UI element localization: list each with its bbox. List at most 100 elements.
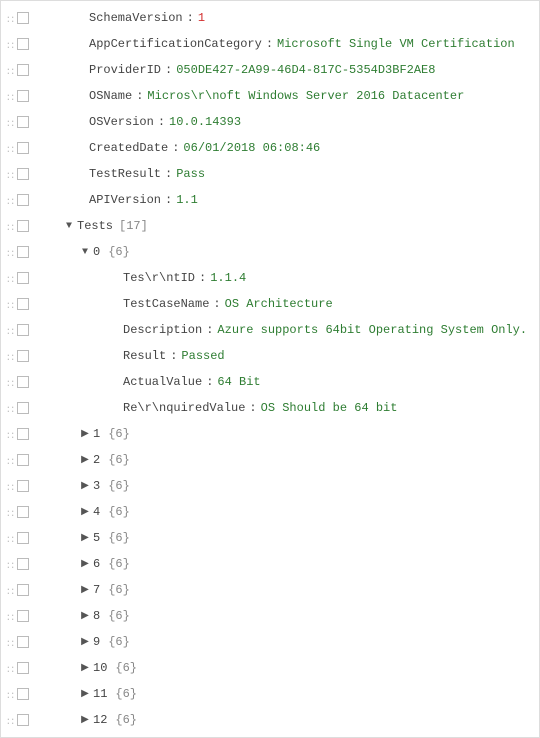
row-checkbox[interactable] [17, 376, 29, 388]
row-checkbox[interactable] [17, 688, 29, 700]
expand-icon[interactable]: ▶ [79, 688, 91, 700]
row-checkbox[interactable] [17, 246, 29, 258]
drag-handle[interactable]: .... [5, 118, 15, 126]
property-value: Passed [181, 349, 224, 363]
expand-icon[interactable]: ▶ [79, 532, 91, 544]
property-key: ActualValue [123, 375, 202, 389]
drag-handle[interactable]: .... [5, 274, 15, 282]
row-checkbox[interactable] [17, 220, 29, 232]
drag-handle[interactable]: .... [5, 170, 15, 178]
drag-handle[interactable]: .... [5, 612, 15, 620]
row-checkbox[interactable] [17, 584, 29, 596]
row-checkbox[interactable] [17, 168, 29, 180]
row-checkbox[interactable] [17, 272, 29, 284]
tree-row: ....▶Re\r\nquiredValue:OS Should be 64 b… [5, 395, 535, 421]
drag-handle[interactable]: .... [5, 716, 15, 724]
drag-handle[interactable]: .... [5, 664, 15, 672]
drag-handle[interactable]: .... [5, 300, 15, 308]
property-value: 10.0.14393 [169, 115, 241, 129]
tests-label: Tests [77, 219, 113, 233]
drag-handle[interactable]: .... [5, 144, 15, 152]
row-checkbox[interactable] [17, 90, 29, 102]
object-count: {6} [108, 557, 130, 571]
row-checkbox[interactable] [17, 428, 29, 440]
tree-row: ....▶ProviderID:050DE427-2A99-46D4-817C-… [5, 57, 535, 83]
row-checkbox[interactable] [17, 454, 29, 466]
object-count: {6} [108, 635, 130, 649]
drag-handle[interactable]: .... [5, 40, 15, 48]
object-count: {6} [115, 661, 137, 675]
drag-handle[interactable]: .... [5, 508, 15, 516]
expand-icon[interactable]: ▶ [79, 714, 91, 726]
property-key: CreatedDate [89, 141, 168, 155]
tree-row: ....▶9{6} [5, 629, 535, 655]
expand-icon[interactable]: ▶ [79, 662, 91, 674]
drag-handle[interactable]: .... [5, 222, 15, 230]
array-index: 11 [93, 687, 107, 701]
row-checkbox[interactable] [17, 532, 29, 544]
drag-handle[interactable]: .... [5, 404, 15, 412]
property-key: Result [123, 349, 166, 363]
row-checkbox[interactable] [17, 402, 29, 414]
property-value: Azure supports 64bit Operating System On… [217, 323, 527, 337]
drag-handle[interactable]: .... [5, 66, 15, 74]
row-checkbox[interactable] [17, 662, 29, 674]
tree-row: ....▶3{6} [5, 473, 535, 499]
row-checkbox[interactable] [17, 12, 29, 24]
expand-icon[interactable]: ▶ [79, 610, 91, 622]
row-checkbox[interactable] [17, 142, 29, 154]
drag-handle[interactable]: .... [5, 638, 15, 646]
property-key: OSName [89, 89, 132, 103]
row-checkbox[interactable] [17, 324, 29, 336]
row-checkbox[interactable] [17, 558, 29, 570]
drag-handle[interactable]: .... [5, 248, 15, 256]
tree-row: ....▼Tests[17] [5, 213, 535, 239]
property-key: Re\r\nquiredValue [123, 401, 245, 415]
array-index: 12 [93, 713, 107, 727]
drag-handle[interactable]: .... [5, 586, 15, 594]
expand-icon[interactable]: ▶ [79, 584, 91, 596]
tree-row: ....▶SchemaVersion:1 [5, 5, 535, 31]
drag-handle[interactable]: .... [5, 430, 15, 438]
property-value: Micros\r\noft Windows Server 2016 Datace… [147, 89, 464, 103]
row-checkbox[interactable] [17, 480, 29, 492]
expand-icon[interactable]: ▶ [79, 454, 91, 466]
row-checkbox[interactable] [17, 194, 29, 206]
tree-row: ....▼0{6} [5, 239, 535, 265]
expand-icon[interactable]: ▶ [79, 558, 91, 570]
row-checkbox[interactable] [17, 350, 29, 362]
row-checkbox[interactable] [17, 38, 29, 50]
array-index: 7 [93, 583, 100, 597]
drag-handle[interactable]: .... [5, 690, 15, 698]
tree-row: ....▶Tes\r\ntID:1.1.4 [5, 265, 535, 291]
drag-handle[interactable]: .... [5, 560, 15, 568]
tree-row: ....▶7{6} [5, 577, 535, 603]
drag-handle[interactable]: .... [5, 196, 15, 204]
drag-handle[interactable]: .... [5, 378, 15, 386]
row-checkbox[interactable] [17, 298, 29, 310]
expand-icon[interactable]: ▶ [79, 428, 91, 440]
drag-handle[interactable]: .... [5, 326, 15, 334]
row-checkbox[interactable] [17, 636, 29, 648]
drag-handle[interactable]: .... [5, 92, 15, 100]
row-checkbox[interactable] [17, 506, 29, 518]
drag-handle[interactable]: .... [5, 482, 15, 490]
row-checkbox[interactable] [17, 64, 29, 76]
drag-handle[interactable]: .... [5, 456, 15, 464]
row-checkbox[interactable] [17, 116, 29, 128]
drag-handle[interactable]: .... [5, 14, 15, 22]
collapse-icon[interactable]: ▼ [63, 221, 75, 232]
drag-handle[interactable]: .... [5, 534, 15, 542]
row-checkbox[interactable] [17, 610, 29, 622]
property-value: Pass [176, 167, 205, 181]
collapse-icon[interactable]: ▼ [79, 247, 91, 258]
property-value: 1.1.4 [210, 271, 246, 285]
property-key: Description [123, 323, 202, 337]
drag-handle[interactable]: .... [5, 352, 15, 360]
property-value: OS Should be 64 bit [261, 401, 398, 415]
array-index: 2 [93, 453, 100, 467]
expand-icon[interactable]: ▶ [79, 506, 91, 518]
expand-icon[interactable]: ▶ [79, 480, 91, 492]
row-checkbox[interactable] [17, 714, 29, 726]
expand-icon[interactable]: ▶ [79, 636, 91, 648]
